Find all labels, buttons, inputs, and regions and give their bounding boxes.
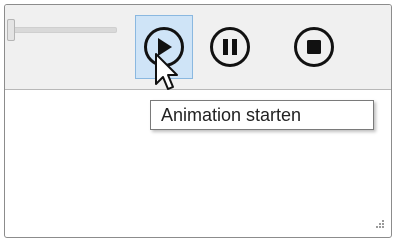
animation-slider-track[interactable] <box>11 27 117 33</box>
toolbar <box>5 5 391 90</box>
stop-icon <box>294 27 334 67</box>
tooltip-text: Animation starten <box>161 104 302 125</box>
tooltip: Animation starten <box>150 100 374 130</box>
resize-grip-icon[interactable] <box>375 215 385 233</box>
pause-button[interactable] <box>201 15 259 79</box>
arrow-cursor-icon <box>154 52 180 97</box>
pause-icon <box>210 27 250 67</box>
stop-button[interactable] <box>285 15 343 79</box>
animation-slider-thumb[interactable] <box>7 19 15 41</box>
